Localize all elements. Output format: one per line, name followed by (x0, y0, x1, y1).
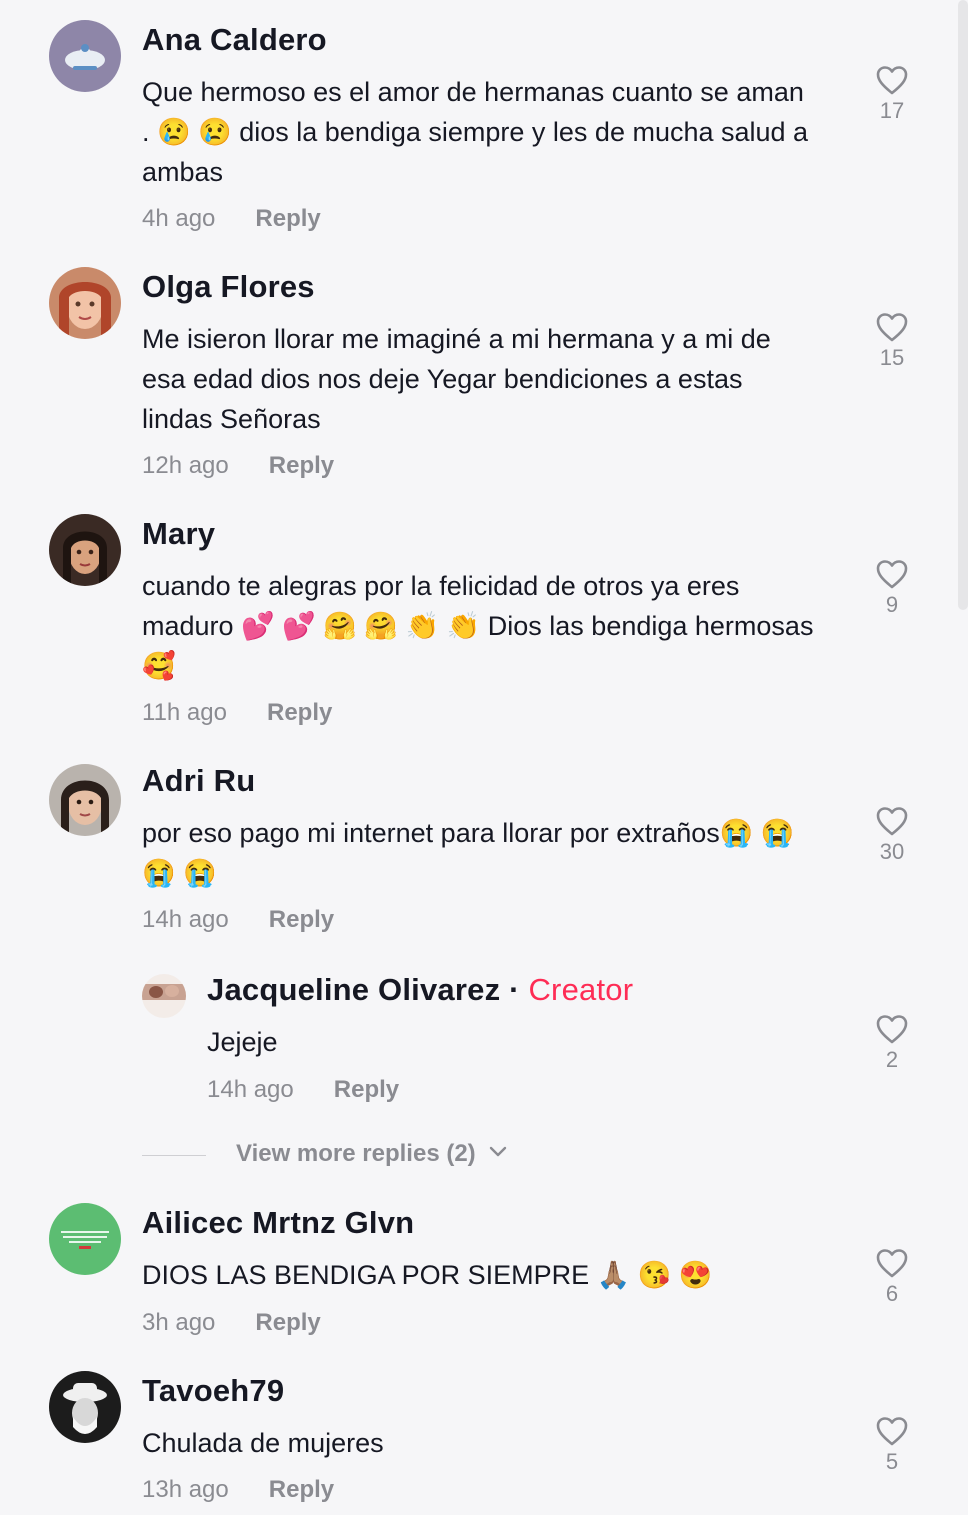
comment-time: 12h ago (142, 452, 229, 479)
comment-username[interactable]: Olga Flores (142, 269, 315, 305)
comment-text-line: por eso pago mi internet para llorar por… (142, 818, 795, 848)
view-more-replies-label[interactable]: View more replies (2) (236, 1140, 476, 1168)
comment-time: 3h ago (142, 1309, 216, 1336)
heart-outline-icon (876, 807, 908, 836)
avatar[interactable] (49, 1371, 121, 1443)
comment-time: 11h ago (142, 699, 227, 726)
reply-button[interactable]: Reply (269, 452, 334, 479)
comment-text-line: cuando te alegras por la felicidad de ot… (142, 571, 740, 601)
heart-outline-icon (876, 313, 908, 342)
comment-text-line: maduro 💕 💕 🤗 🤗 👏 👏 Dios las bendiga herm… (142, 611, 814, 641)
comment-username[interactable]: Mary (142, 516, 215, 552)
divider (142, 1155, 206, 1156)
comment-text: Que hermoso es el amor de hermanas cuant… (142, 72, 842, 192)
avatar[interactable] (142, 974, 186, 1018)
avatar[interactable] (49, 267, 121, 339)
comment-text: por eso pago mi internet para llorar por… (142, 813, 842, 893)
like-count: 9 (885, 592, 899, 617)
comment-time: 14h ago (142, 906, 229, 933)
heart-outline-icon (876, 1417, 908, 1446)
heart-outline-icon (876, 1015, 908, 1044)
avatar[interactable] (49, 20, 121, 92)
comment-text: DIOS LAS BENDIGA POR SIEMPRE 🙏🏽 😘 😍 (142, 1255, 842, 1295)
reply-button[interactable]: Reply (255, 205, 320, 232)
avatar[interactable] (49, 1203, 121, 1275)
comment-meta: 3h ago Reply (142, 1309, 321, 1337)
comment-text: cuando te alegras por la felicidad de ot… (142, 566, 842, 686)
comment-text-line: . 😢 😢 dios la bendiga siempre y les de m… (142, 117, 809, 147)
comment-text-line: lindas Señoras (142, 404, 321, 434)
comment-text-line: 🥰 (142, 651, 176, 681)
comment-text: Jejeje (207, 1022, 907, 1062)
view-more-replies[interactable]: View more replies (2) (142, 1135, 642, 1175)
like-count: 6 (885, 1281, 899, 1306)
comment-text: Chulada de mujeres (142, 1423, 842, 1463)
like-count: 30 (879, 839, 905, 864)
comment-text-line: DIOS LAS BENDIGA POR SIEMPRE 🙏🏽 😘 😍 (142, 1260, 713, 1290)
comment-meta: 14h ago Reply (142, 906, 334, 934)
like-button[interactable]: 6 (862, 1247, 922, 1307)
like-button[interactable]: 2 (862, 1013, 922, 1073)
heart-outline-icon (876, 66, 908, 95)
reply-button[interactable]: Reply (269, 1476, 334, 1503)
avatar[interactable] (49, 514, 121, 586)
like-count: 5 (885, 1449, 899, 1474)
like-button[interactable]: 30 (862, 805, 922, 865)
chevron-down-icon (489, 1146, 507, 1157)
comment-meta: 12h ago Reply (142, 452, 334, 480)
comment-meta: 13h ago Reply (142, 1476, 334, 1504)
reply-button[interactable]: Reply (269, 906, 334, 933)
comment-time: 13h ago (142, 1476, 229, 1503)
like-count: 15 (879, 345, 905, 370)
comment-text: Me isieron llorar me imaginé a mi herman… (142, 319, 842, 439)
reply-button[interactable]: Reply (334, 1076, 399, 1103)
comment-text-line: esa edad dios nos deje Yegar bendiciones… (142, 364, 743, 394)
like-button[interactable]: 15 (862, 311, 922, 371)
like-count: 17 (879, 98, 905, 123)
comment-username[interactable]: Ailicec Mrtnz Glvn (142, 1205, 414, 1241)
comments-panel: Ana Caldero Que hermoso es el amor de he… (0, 0, 968, 1515)
reply-username[interactable]: Jacqueline Olivarez (207, 972, 500, 1007)
like-button[interactable]: 17 (862, 64, 922, 124)
like-button[interactable]: 5 (862, 1415, 922, 1475)
comment-username[interactable]: Tavoeh79 (142, 1373, 284, 1409)
comment-text-line: ambas (142, 157, 224, 187)
reply-button[interactable]: Reply (267, 699, 332, 726)
comment-text-line: Que hermoso es el amor de hermanas cuant… (142, 77, 804, 107)
comment-text-line: Me isieron llorar me imaginé a mi herman… (142, 324, 771, 354)
comment-username[interactable]: Adri Ru (142, 763, 255, 799)
like-button[interactable]: 9 (862, 558, 922, 618)
comment-meta: 14h ago Reply (207, 1076, 399, 1104)
comment-text-line: Chulada de mujeres (142, 1428, 384, 1458)
creator-badge: Creator (528, 972, 634, 1007)
comment-meta: 4h ago Reply (142, 205, 321, 233)
comment-time: 4h ago (142, 205, 216, 232)
comment-text-line: 😭 😭 (142, 858, 217, 888)
comment-username[interactable]: Jacqueline Olivarez · Creator (207, 972, 633, 1008)
comment-meta: 11h ago Reply (142, 699, 332, 727)
heart-outline-icon (876, 1249, 908, 1278)
like-count: 2 (885, 1047, 899, 1072)
avatar[interactable] (49, 764, 121, 836)
comment-username[interactable]: Ana Caldero (142, 22, 327, 58)
reply-button[interactable]: Reply (255, 1309, 320, 1336)
heart-outline-icon (876, 560, 908, 589)
separator-dot: · (509, 972, 520, 1007)
comment-time: 14h ago (207, 1076, 294, 1103)
comment-text-line: Jejeje (207, 1027, 278, 1057)
scrollbar[interactable] (958, 0, 968, 610)
